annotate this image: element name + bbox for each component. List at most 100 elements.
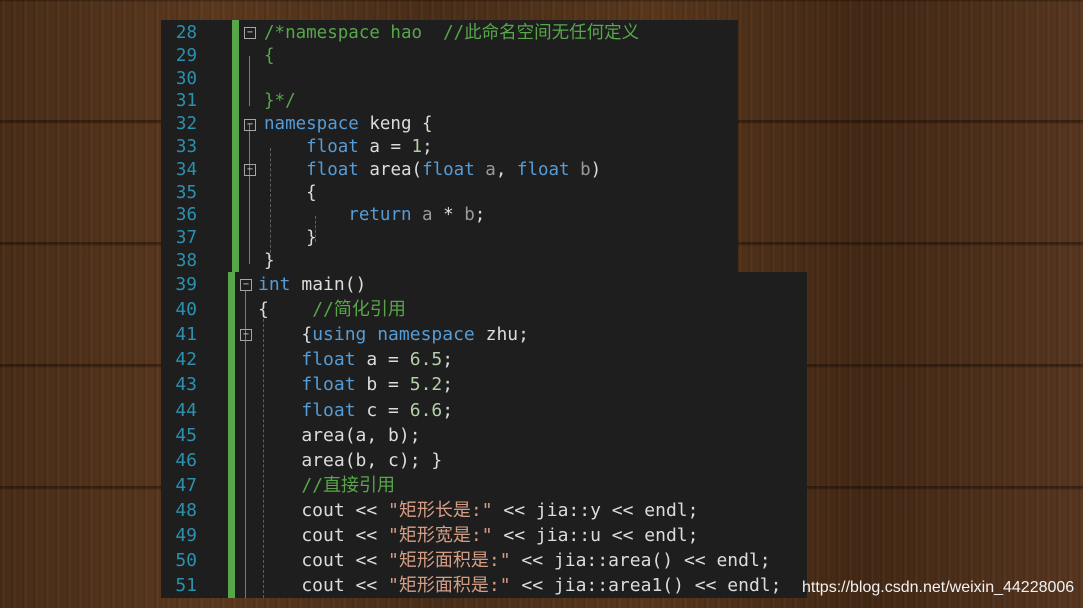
code-token: cout << [258, 525, 389, 546]
code-text: /*namespace hao //此命名空间无任何定义 [264, 22, 639, 45]
code-token: float [306, 159, 359, 180]
code-token: cout << [258, 575, 389, 597]
code-line[interactable]: 40 { //简化引用 [161, 297, 807, 322]
code-token: << jia::area() << endl; [510, 550, 771, 572]
code-line[interactable]: 42 float a = 6.5; [161, 347, 807, 372]
code-text: } [264, 227, 317, 250]
code-text: }*/ [264, 90, 296, 113]
collapse-outline-icon[interactable]: − [244, 27, 256, 40]
code-line[interactable]: 30 [161, 68, 738, 91]
code-token: namespace [264, 114, 359, 135]
code-token: using [312, 324, 367, 346]
code-line[interactable]: 50 cout << "矩形面积是:" << jia::area() << en… [161, 548, 807, 573]
code-token: { [264, 182, 317, 203]
code-token: "矩形长是:" [388, 499, 493, 521]
code-token: b [464, 205, 475, 226]
line-number: 51 [175, 575, 197, 597]
code-line[interactable]: 41 − {using namespace zhu; [161, 322, 807, 347]
code-line[interactable]: 46 area(b, c); } [161, 448, 807, 473]
code-text: //直接引用 [258, 473, 395, 498]
code-line[interactable]: 36 return a * b; [161, 204, 738, 227]
collapse-outline-icon[interactable]: − [244, 164, 256, 177]
code-token: return [348, 205, 412, 226]
code-text: area(a, b); [258, 423, 420, 448]
code-token: //简化引用 [312, 299, 406, 321]
code-token: float [422, 159, 475, 180]
code-token: 5.2 [409, 374, 443, 396]
code-text: float area(float a, float b) [264, 159, 601, 182]
code-editor-top[interactable]: 28−/*namespace hao //此命名空间无任何定义 29{30 31}*… [161, 20, 738, 272]
code-token: cout << [258, 499, 389, 521]
code-line[interactable]: 38} [161, 250, 738, 272]
code-token: ; [442, 374, 454, 396]
code-line[interactable]: 51 cout << "矩形面积是:" << jia::area1() << e… [161, 573, 807, 598]
code-line[interactable]: 47 //直接引用 [161, 473, 807, 498]
code-token: a [474, 159, 496, 180]
code-text: float c = 6.6; [258, 398, 453, 423]
code-line[interactable]: 43 float b = 5.2; [161, 372, 807, 397]
collapse-outline-icon[interactable]: − [240, 328, 252, 341]
line-number: 35 [175, 182, 197, 203]
code-line[interactable]: 48 cout << "矩形长是:" << jia::y << endl; [161, 498, 807, 523]
code-line[interactable]: 35 { [161, 182, 738, 205]
code-line[interactable]: 28 −/*namespace hao //此命名空间无任何定义 [161, 22, 738, 45]
code-token: b [569, 159, 591, 180]
code-token: { [258, 299, 313, 321]
code-token: float [301, 374, 356, 396]
code-token: namespace [377, 324, 475, 346]
code-token: float [301, 349, 356, 371]
code-text: float a = 6.5; [258, 347, 453, 372]
code-token: zhu; [474, 324, 529, 346]
line-number: 37 [175, 228, 197, 249]
code-token: cout << [258, 550, 389, 572]
code-line[interactable]: 37 } [161, 227, 738, 250]
code-token: ; [422, 137, 433, 157]
code-line[interactable]: 45 area(a, b); [161, 423, 807, 448]
code-token: ) [590, 159, 602, 180]
line-number: 33 [175, 137, 197, 157]
code-line[interactable]: 29 { [161, 45, 738, 68]
line-number: 36 [175, 205, 197, 226]
line-number: 29 [175, 45, 197, 66]
code-text: namespace keng { [264, 113, 433, 136]
code-token: "矩形面积是:" [388, 550, 511, 572]
code-line[interactable]: 33 float a = 1; [161, 136, 738, 159]
code-token: area( [358, 159, 423, 180]
code-token: a = [358, 137, 412, 157]
line-number: 39 [175, 274, 197, 295]
line-number: 42 [175, 349, 197, 371]
code-token: area(b, c); } [258, 449, 443, 471]
code-token: c = [355, 399, 410, 421]
code-text: int main() [258, 272, 366, 297]
line-number: 41 [175, 324, 197, 346]
collapse-outline-icon[interactable]: − [244, 118, 256, 131]
code-text: cout << "矩形面积是:" << jia::area() << endl; [258, 548, 771, 573]
code-line[interactable]: 49 cout << "矩形宽是:" << jia::u << endl; [161, 523, 807, 548]
code-token: int [258, 274, 291, 295]
line-number: 43 [175, 374, 197, 396]
line-number: 34 [175, 159, 197, 180]
code-line[interactable]: 34 − float area(float a, float b) [161, 159, 738, 182]
code-token: { [258, 324, 313, 346]
code-token: , [495, 159, 517, 180]
line-number: 30 [175, 68, 197, 89]
code-line[interactable]: 31}*/ [161, 90, 738, 113]
code-token: << jia::u << endl; [492, 525, 699, 546]
collapse-outline-icon[interactable]: − [240, 278, 252, 291]
code-line[interactable]: 39 − int main() [161, 272, 807, 297]
code-token: ; [442, 399, 454, 421]
code-line[interactable]: 32 − namespace keng { [161, 113, 738, 136]
line-number: 40 [175, 299, 197, 321]
code-text: area(b, c); } [258, 448, 442, 473]
code-editor-main[interactable]: 39− int main() 40{ //简化引用 41− {using namesp… [161, 272, 807, 598]
code-line[interactable]: 44 float c = 6.6; [161, 398, 807, 423]
watermark-url: https://blog.csdn.net/weixin_44228006 [802, 579, 1075, 596]
code-text: } [264, 250, 275, 272]
code-text: float a = 1; [264, 136, 433, 159]
code-text: cout << "矩形宽是:" << jia::u << endl; [258, 523, 698, 548]
